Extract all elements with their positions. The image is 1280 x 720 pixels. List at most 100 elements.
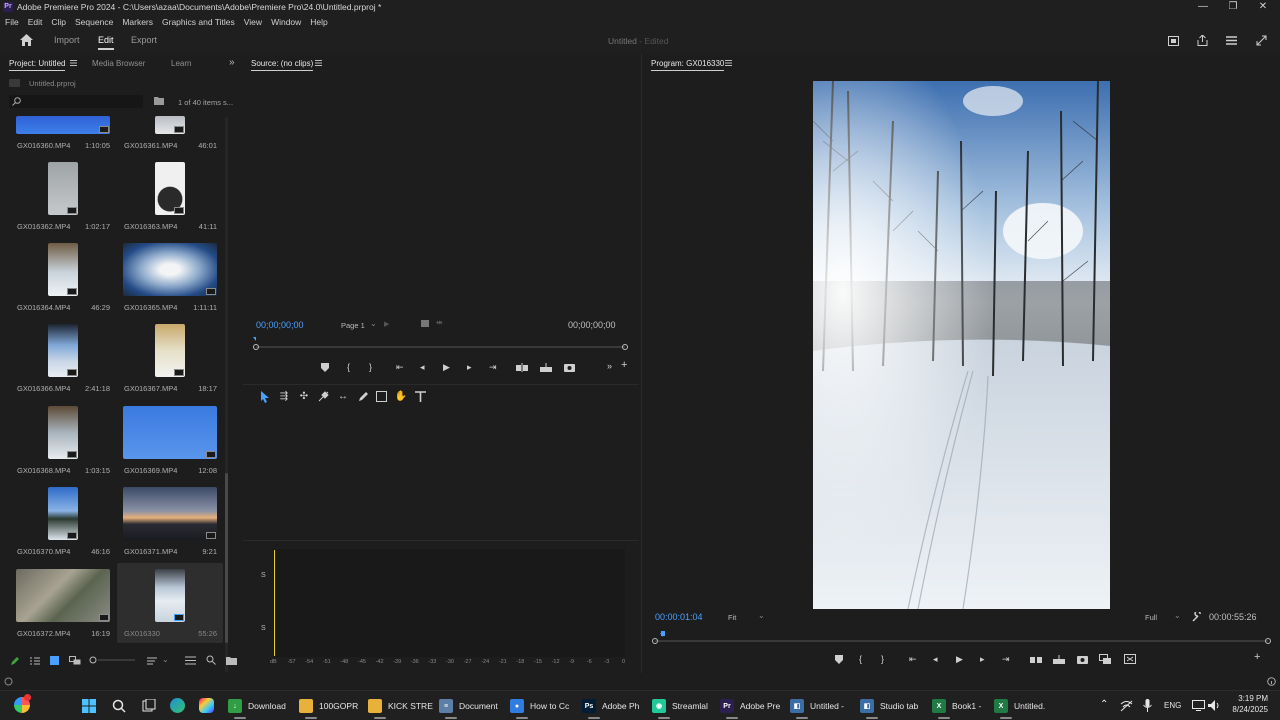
chevron-down-icon[interactable]: ⌄: [370, 319, 377, 328]
panel-menu-icon[interactable]: [725, 60, 732, 66]
sort-icons-icon[interactable]: [147, 657, 157, 665]
tab-export[interactable]: Export: [131, 35, 157, 45]
menu-window[interactable]: Window: [271, 17, 301, 27]
panel-menu-icon[interactable]: [70, 60, 77, 66]
safe-margins-icon[interactable]: [421, 320, 429, 327]
extract-icon[interactable]: [1053, 655, 1065, 664]
menu-view[interactable]: View: [244, 17, 262, 27]
go-to-out-icon[interactable]: ⇥: [489, 362, 497, 372]
menu-help[interactable]: Help: [310, 17, 327, 27]
chevron-down-icon[interactable]: ⌄: [1174, 611, 1181, 620]
expand-icon[interactable]: [1256, 35, 1267, 46]
scrollbar-thumb[interactable]: [225, 473, 228, 643]
clip-thumbnail[interactable]: [48, 162, 78, 215]
program-timeline-ruler[interactable]: [650, 629, 1274, 645]
info-icon[interactable]: [1267, 677, 1276, 686]
overflow-icon[interactable]: »: [607, 361, 612, 371]
mark-in-icon[interactable]: {: [347, 362, 350, 372]
menu-graphics-and-titles[interactable]: Graphics and Titles: [162, 17, 235, 27]
razor-tool-icon[interactable]: [318, 391, 329, 402]
taskbar-app-3[interactable]: ≡ Document: [439, 697, 498, 719]
add-button-icon[interactable]: +: [1254, 652, 1260, 663]
source-monitor-title[interactable]: Source: (no clips): [251, 59, 314, 71]
ripple-edit-tool-icon[interactable]: ✣: [297, 390, 311, 404]
mark-out-icon[interactable]: }: [369, 362, 372, 372]
step-forward-icon[interactable]: ▸: [980, 654, 985, 664]
clip-thumbnail[interactable]: [155, 116, 185, 134]
rectangle-tool-icon[interactable]: [376, 391, 387, 402]
add-button-icon[interactable]: +: [621, 360, 627, 371]
menu-edit[interactable]: Edit: [28, 17, 43, 27]
menu-sequence[interactable]: Sequence: [75, 17, 113, 27]
menu-markers[interactable]: Markers: [122, 17, 153, 27]
zoom-slider[interactable]: [88, 655, 136, 665]
list-view-icon[interactable]: [30, 657, 40, 665]
edge-icon[interactable]: [170, 698, 185, 713]
source-timecode-in[interactable]: 00;00;00;00: [256, 320, 304, 330]
clip-thumbnail[interactable]: [155, 569, 185, 622]
settings-arrows-icon[interactable]: ⇹: [436, 318, 443, 327]
insert-icon[interactable]: [516, 363, 528, 372]
windows-start-icon[interactable]: [82, 699, 96, 713]
close-button[interactable]: ✕: [1248, 0, 1278, 14]
solo-label[interactable]: S: [261, 625, 266, 632]
tab-edit[interactable]: Edit: [98, 35, 114, 50]
overwrite-icon[interactable]: [540, 363, 552, 372]
resolution-select[interactable]: Full: [1145, 613, 1157, 622]
pen-tool-icon[interactable]: [358, 391, 369, 402]
step-back-icon[interactable]: ◂: [933, 654, 938, 664]
taskbar-app-8[interactable]: ◧ Untitled -: [790, 697, 844, 719]
taskbar-app-2[interactable]: KICK STRE: [368, 697, 433, 719]
workspaces-menu-icon[interactable]: [1226, 36, 1237, 45]
export-frame-icon[interactable]: [1077, 654, 1088, 664]
tab-import[interactable]: Import: [54, 35, 80, 45]
clip-thumbnail[interactable]: [48, 487, 78, 540]
clock-time[interactable]: 3:19 PM: [1228, 694, 1268, 703]
clip-thumbnail[interactable]: [48, 406, 78, 459]
copilot-app-icon[interactable]: [199, 698, 214, 713]
menu-clip[interactable]: Clip: [51, 17, 66, 27]
panel-overflow-icon[interactable]: »: [229, 57, 235, 68]
volume-icon[interactable]: [1208, 700, 1221, 711]
mark-in-icon[interactable]: {: [859, 654, 862, 664]
taskbar-app-6[interactable]: ◉ Streamlal: [652, 697, 708, 719]
mark-out-icon[interactable]: }: [881, 654, 884, 664]
go-to-out-icon[interactable]: ⇥: [1002, 654, 1010, 664]
menu-file[interactable]: File: [5, 17, 19, 27]
search-icon[interactable]: [112, 699, 126, 713]
clip-thumbnail[interactable]: [16, 569, 110, 622]
tab-project[interactable]: Project: Untitled: [9, 59, 66, 71]
freeform-view-icon[interactable]: [69, 656, 81, 665]
taskbar-app-7[interactable]: Pr Adobe Pre: [720, 697, 780, 719]
go-to-in-icon[interactable]: ⇤: [396, 362, 404, 372]
play-icon[interactable]: ▶: [956, 654, 963, 664]
workspace-fullscreen-icon[interactable]: [1168, 36, 1179, 46]
play-icon[interactable]: ▶: [443, 362, 450, 372]
slip-tool-icon[interactable]: ↔: [336, 390, 350, 404]
task-view-icon[interactable]: [142, 699, 156, 713]
find-icon[interactable]: [206, 655, 216, 665]
program-timecode[interactable]: 00:00:01:04: [655, 612, 703, 622]
new-bin-icon[interactable]: [154, 96, 164, 105]
taskbar-app-10[interactable]: X Book1 -: [932, 697, 981, 719]
icon-view-icon[interactable]: [50, 656, 59, 665]
taskbar-app-11[interactable]: X Untitled.: [994, 697, 1045, 719]
tab-media-browser[interactable]: Media Browser: [92, 59, 145, 68]
page-select[interactable]: Page 1: [341, 321, 365, 330]
tray-overflow-icon[interactable]: ⌃: [1100, 699, 1108, 710]
automate-to-sequence-icon[interactable]: [185, 656, 196, 665]
lift-icon[interactable]: [1030, 655, 1042, 664]
track-select-tool-icon[interactable]: ⇶: [277, 390, 291, 404]
taskbar-app-1[interactable]: 100GOPR: [299, 697, 358, 719]
panel-menu-icon[interactable]: [315, 60, 322, 66]
share-icon[interactable]: [1197, 35, 1208, 46]
clip-thumbnail[interactable]: [48, 243, 78, 296]
clip-thumbnail[interactable]: [155, 162, 185, 215]
clip-thumbnail[interactable]: [155, 324, 185, 377]
language-indicator[interactable]: ENG: [1164, 701, 1181, 710]
comparison-view-icon[interactable]: [1099, 654, 1111, 664]
display-icon[interactable]: [1192, 700, 1205, 711]
clip-thumbnail[interactable]: [123, 487, 217, 540]
clip-thumbnail[interactable]: [123, 243, 217, 296]
hand-tool-icon[interactable]: ✋: [394, 390, 408, 404]
